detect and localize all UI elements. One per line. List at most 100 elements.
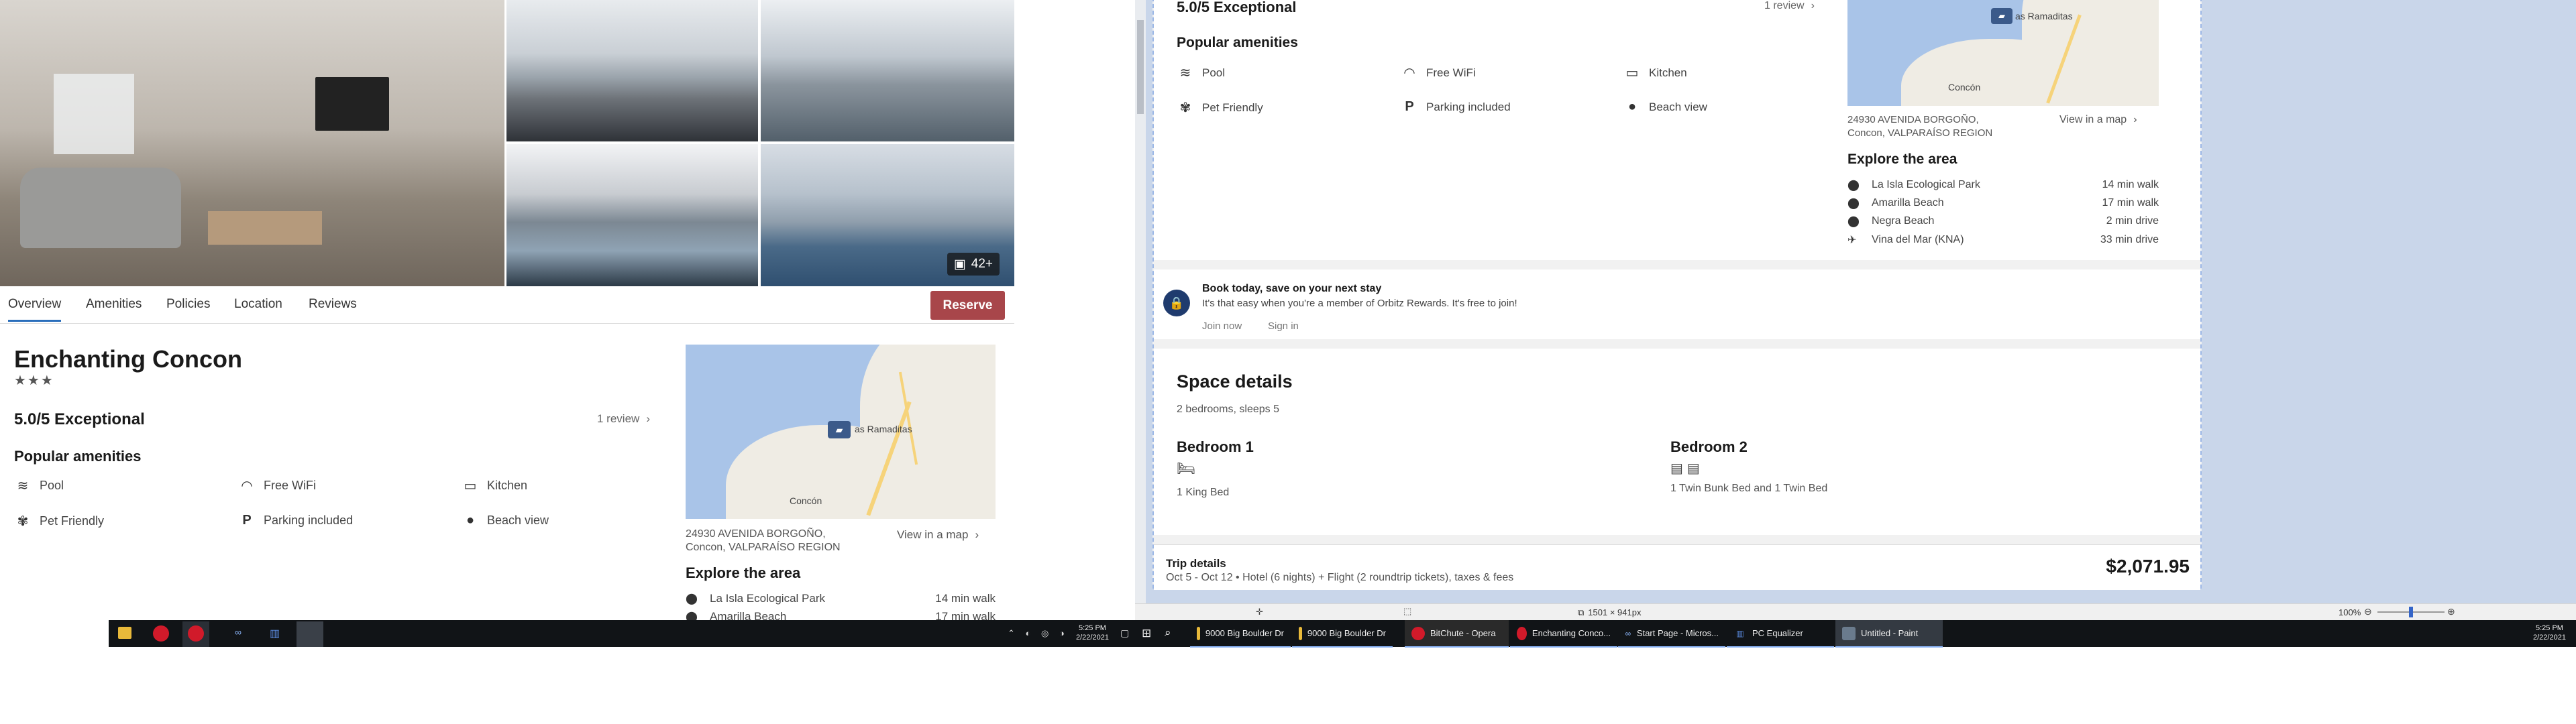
taskbar-item[interactable]: Untitled - Paint xyxy=(1835,620,1943,648)
opera-icon xyxy=(1411,626,1425,640)
tab-reviews[interactable]: Reviews xyxy=(309,297,357,312)
photo-count-badge[interactable]: ▣ 42+ xyxy=(947,253,1000,276)
kitchen-icon: ▭ xyxy=(1625,66,1639,80)
address-line1: 24930 AVENIDA BORGOÑO, xyxy=(686,528,826,540)
left-monitor: ▣ 42+ Overview Amenities Policies Locati… xyxy=(0,0,1135,724)
gallery-photo-2[interactable] xyxy=(506,0,758,141)
view-map-link[interactable]: View in a map › xyxy=(2059,114,2137,126)
equalizer-icon: ▥ xyxy=(1736,628,1744,638)
map-label-town: Concón xyxy=(790,495,822,506)
pin-icon: ⬤ xyxy=(1847,216,1860,227)
paint-icon xyxy=(1842,626,1856,640)
app-taskbar-icon[interactable]: ∞ xyxy=(235,627,250,640)
reserve-button[interactable]: Reserve xyxy=(930,291,1005,320)
amenity-wifi: ◠ Free WiFi xyxy=(1401,64,1475,81)
amenity-pool: ≋ Pool xyxy=(14,477,64,494)
third-monitor: 5:25 PM 2/22/2021 xyxy=(2459,0,2576,724)
scrollbar-thumb[interactable] xyxy=(1137,20,1144,114)
plane-icon: ✈ xyxy=(1847,235,1857,246)
join-now-link[interactable]: Join now xyxy=(1202,320,1242,332)
amenity-parking: P Parking included xyxy=(238,513,353,528)
folder-icon xyxy=(1197,626,1200,640)
review-link[interactable]: 1 review › xyxy=(1764,0,1815,12)
gallery-main-photo[interactable] xyxy=(0,0,504,286)
location-map[interactable]: ▰ as Ramaditas Concón xyxy=(686,345,996,519)
pin-icon: ⬤ xyxy=(1847,180,1860,191)
address-line2: Concon, VALPARAÍSO REGION xyxy=(686,542,841,553)
paint-vertical-scrollbar[interactable] xyxy=(1135,0,1146,603)
rating-text: 5.0/5 Exceptional xyxy=(1177,0,1297,15)
map-label-place: as Ramaditas xyxy=(2015,11,2073,21)
search-icon[interactable]: ⌕ xyxy=(1165,626,1171,640)
amenity-parking: P Parking included xyxy=(1401,99,1510,115)
space-title: Space details xyxy=(1177,371,1293,391)
right-taskbar: ⊞ ⌕ 9000 Big Boulder Dr 9000 Big Boulder… xyxy=(1135,620,2459,648)
paint-status-bar: ✛ ⬚ ⧉ 1501 × 941px 100% ⊖ ⊕ xyxy=(1135,603,2459,620)
bed-icon: 🛏 xyxy=(1177,460,1195,477)
trip-price: $2,071.95 xyxy=(2106,556,2190,577)
gallery-photo-5[interactable]: ▣ 42+ xyxy=(761,144,1014,286)
desktop-status-strip xyxy=(2459,603,2576,620)
tray-icons[interactable]: ⌃ ◐ ◎ ◑ xyxy=(1008,628,1069,639)
trip-title: Trip details xyxy=(1166,557,1226,570)
opera-icon-2 xyxy=(188,625,204,642)
file-explorer-taskbar-icon[interactable] xyxy=(118,627,131,639)
amenities-title: Popular amenities xyxy=(14,448,142,465)
paw-icon: ✾ xyxy=(17,514,29,529)
cursor-position-icon: ✛ xyxy=(1256,607,1263,617)
gallery-icon: ▣ xyxy=(953,257,966,272)
explore-item: ⬤ Negra Beach 2 min drive xyxy=(1847,215,2159,227)
amenity-wifi: ◠ Free WiFi xyxy=(238,477,316,494)
clock[interactable]: 5:25 PM 2/22/2021 xyxy=(1076,623,1109,642)
sign-in-link[interactable]: Sign in xyxy=(1268,320,1299,332)
taskbar-item[interactable]: Enchanting Conco... xyxy=(1510,620,1617,648)
action-center-icon[interactable]: ▢ xyxy=(1120,627,1129,639)
gallery-photo-4[interactable] xyxy=(506,144,758,286)
zoom-in-button[interactable]: ⊕ xyxy=(2447,606,2455,617)
tab-overview[interactable]: Overview xyxy=(8,297,62,322)
explore-title: Explore the area xyxy=(1847,152,1957,167)
amenity-beach: ● Beach view xyxy=(1623,99,1707,115)
bedroom2-title: Bedroom 2 xyxy=(1670,438,1748,455)
space-subtitle: 2 bedrooms, sleeps 5 xyxy=(1177,404,1279,415)
app-icon: ∞ xyxy=(1625,628,1631,638)
tab-amenities[interactable]: Amenities xyxy=(86,297,142,312)
amenities-title: Popular amenities xyxy=(1177,35,1298,50)
paint-canvas[interactable]: 5.0/5 Exceptional 1 review › Popular amen… xyxy=(1152,0,2202,590)
water-drop-icon: ● xyxy=(1627,99,1637,114)
equalizer-taskbar-icon[interactable]: ▥ xyxy=(270,627,283,640)
bunk-bed-icon: ▤▤ xyxy=(1670,461,1704,476)
tab-location[interactable]: Location xyxy=(234,297,282,312)
gallery-photo-3[interactable] xyxy=(761,0,1014,141)
review-link[interactable]: 1 review › xyxy=(597,412,650,426)
rewards-text: It's that easy when you're a member of O… xyxy=(1202,298,1517,309)
taskbar-item[interactable]: 9000 Big Boulder Dr xyxy=(1292,620,1393,648)
zoom-out-button[interactable]: ⊖ xyxy=(2364,606,2372,617)
taskbar-item[interactable]: ▥ PC Equalizer xyxy=(1727,620,1834,648)
parking-icon: P xyxy=(1405,99,1414,114)
pool-icon: ≋ xyxy=(17,479,29,493)
hotel-map-marker[interactable]: ▰ xyxy=(1991,8,2012,24)
paw-icon: ✾ xyxy=(1179,101,1191,115)
clock[interactable]: 5:25 PM 2/22/2021 xyxy=(2533,623,2566,642)
location-map[interactable]: ▰ as Ramaditas Concón xyxy=(1847,0,2159,106)
taskbar-item[interactable]: BitChute - Opera xyxy=(1405,620,1509,648)
desktop-background xyxy=(2459,0,2576,603)
star-rating: ★★★ xyxy=(14,373,54,388)
chevron-right-icon: › xyxy=(975,528,979,541)
amenity-pets: ✾ Pet Friendly xyxy=(14,513,104,530)
section-tabs: Overview Amenities Policies Location Rev… xyxy=(0,287,1014,324)
tab-policies[interactable]: Policies xyxy=(166,297,210,312)
zoom-slider-thumb[interactable] xyxy=(2409,607,2413,617)
hotel-map-marker[interactable]: ▰ xyxy=(828,421,851,438)
paint-taskbar-icon[interactable] xyxy=(297,621,323,647)
lock-icon: 🔒 xyxy=(1163,290,1190,316)
space-details-card: Space details 2 bedrooms, sleeps 5 Bedro… xyxy=(1154,349,2200,535)
map-label-town: Concón xyxy=(1948,82,1981,93)
taskbar-item[interactable]: ∞ Start Page - Micros... xyxy=(1618,620,1725,648)
taskbar-item[interactable]: 9000 Big Boulder Dr xyxy=(1190,620,1291,648)
view-map-link[interactable]: View in a map › xyxy=(897,528,979,542)
windows-start-icon[interactable]: ⊞ xyxy=(1142,627,1151,640)
opera-taskbar-icon[interactable] xyxy=(153,625,169,642)
right-monitor: 5.0/5 Exceptional 1 review › Popular amen… xyxy=(1135,0,2459,724)
